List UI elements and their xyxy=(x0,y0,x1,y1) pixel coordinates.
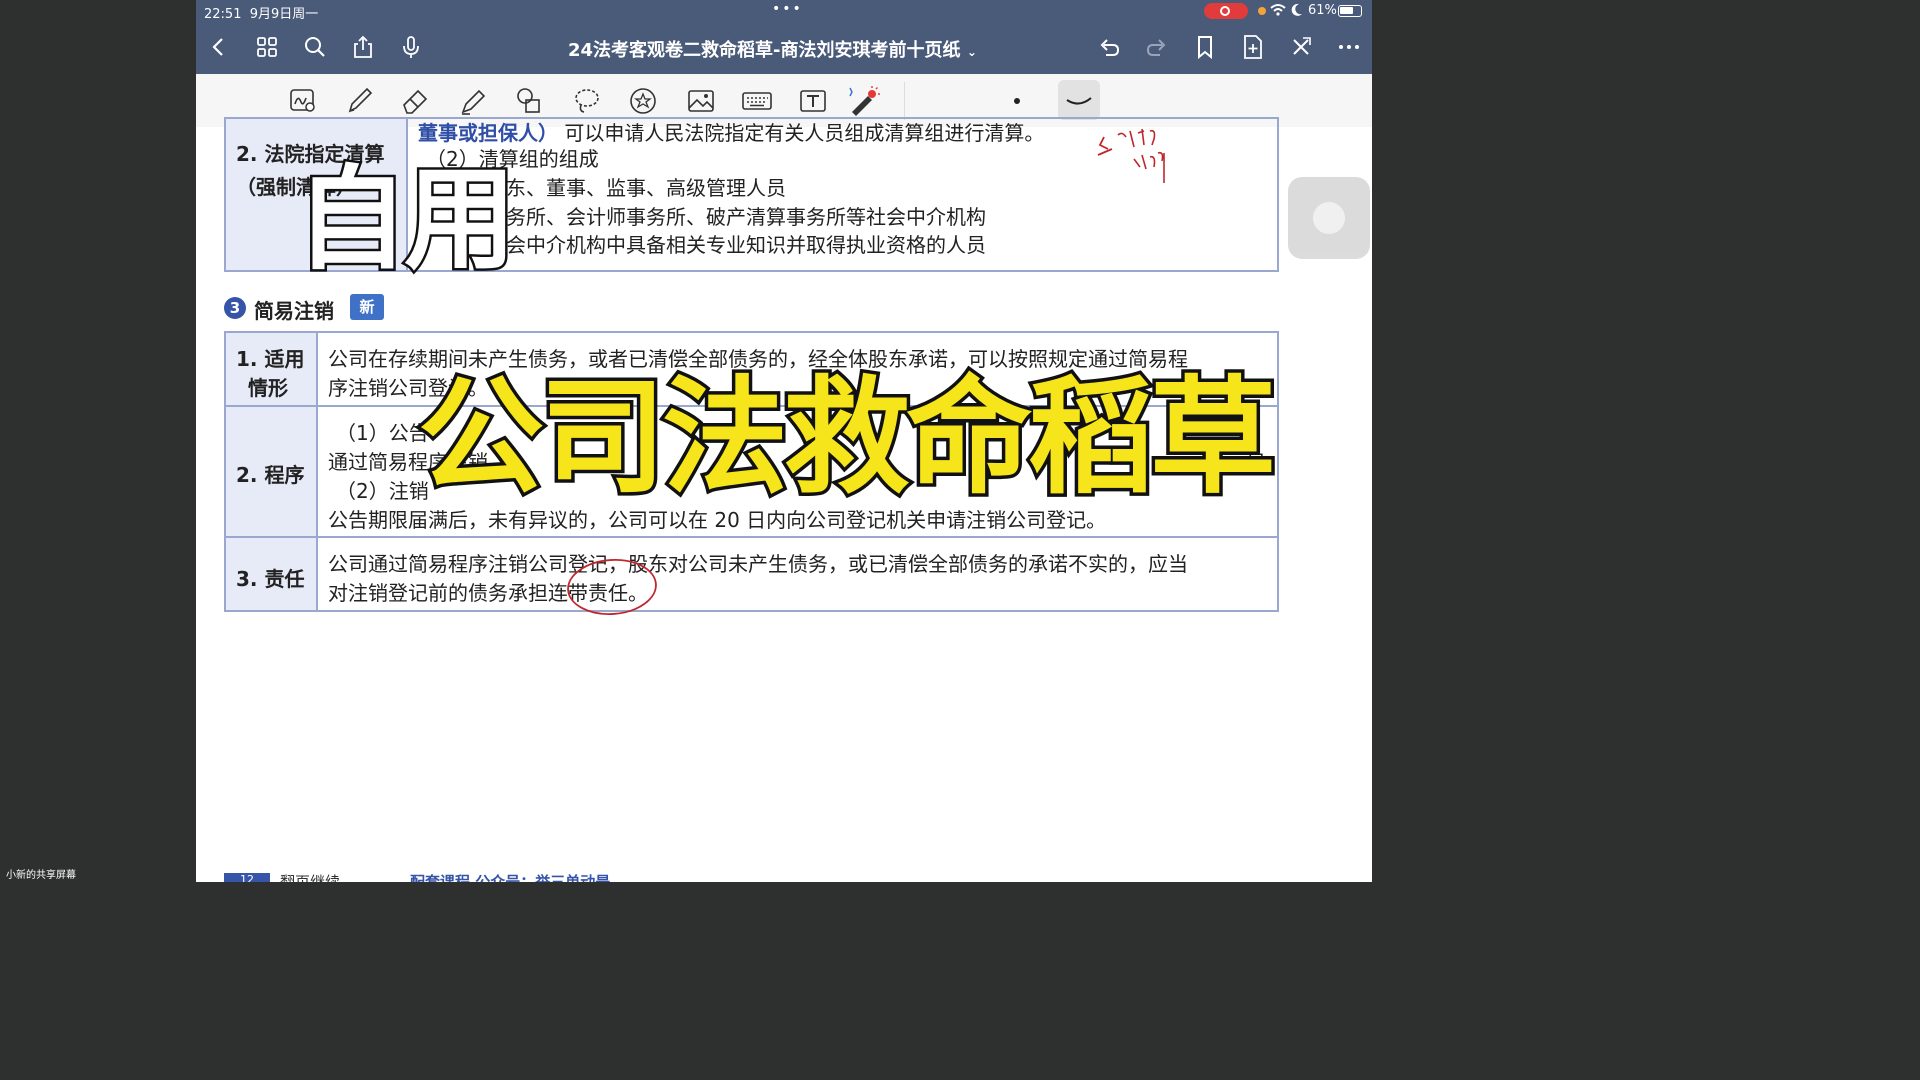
turn-page-label[interactable]: 翻页继续 xyxy=(280,871,340,882)
row-label: 2. 程序 xyxy=(236,463,305,487)
stroke-size-dot[interactable] xyxy=(1014,98,1020,104)
battery-icon xyxy=(1338,5,1362,17)
handwritten-annotation xyxy=(1097,128,1165,183)
mic-indicator-dot xyxy=(1258,7,1266,15)
status-time: 22:51 9月9日周一 xyxy=(204,7,319,22)
lasso-zoom-icon[interactable] xyxy=(286,84,320,118)
table-line: 会中介机构中具备相关专业知识并取得执业资格的人员 xyxy=(506,233,986,257)
new-badge: 新 xyxy=(350,294,384,320)
wifi-icon xyxy=(1270,2,1286,22)
grid-icon[interactable] xyxy=(254,34,280,60)
multitask-dots[interactable]: ••• xyxy=(772,1,803,17)
row-sublabel: 情形 xyxy=(248,376,288,400)
moon-icon xyxy=(1290,2,1304,22)
section-number-badge: 3 xyxy=(224,297,246,319)
battery-percent: 61% xyxy=(1308,3,1337,18)
eraser-icon[interactable] xyxy=(398,84,432,118)
ipad-screen: 22:51 9月9日周一 ••• 61% 24法考客观卷二救命稻草-商法刘安琪考… xyxy=(196,0,1372,882)
pen-icon[interactable] xyxy=(342,84,376,118)
redo-icon[interactable] xyxy=(1144,34,1170,60)
row-text: （2）注销 xyxy=(336,479,429,503)
bookmark-icon[interactable] xyxy=(1192,34,1218,60)
toolbar-divider xyxy=(904,82,905,120)
document-title[interactable]: 24法考客观卷二救命稻草-商法刘安琪考前十页纸 ⌄ xyxy=(568,36,977,62)
row-text: 公司通过简易程序注销公司登记，股东对公司未产生债务，或已清偿全部债务的承诺不实的… xyxy=(328,552,1188,576)
close-edit-icon[interactable] xyxy=(1288,34,1314,60)
table-line: 东、董事、监事、高级管理人员 xyxy=(506,176,786,200)
more-icon[interactable] xyxy=(1336,34,1362,60)
table-line: 务所、会计师事务所、破产清算事务所等社会中介机构 xyxy=(506,205,986,229)
highlighter-icon[interactable] xyxy=(456,84,490,118)
course-link[interactable]: 配套课程 公众号：举三单动是 xyxy=(410,871,610,882)
nav-bar: 24法考客观卷二救命稻草-商法刘安琪考前十页纸 ⌄ xyxy=(196,22,1372,74)
add-page-icon[interactable] xyxy=(1240,34,1266,60)
back-icon[interactable] xyxy=(206,34,232,60)
screen-record-indicator[interactable] xyxy=(1204,3,1248,19)
section-title: 简易注销 xyxy=(254,299,334,323)
overlay-caption-main: 公司法救命稻草 xyxy=(415,364,1280,511)
row-text: （1）公告 xyxy=(336,421,429,445)
assistive-touch-button[interactable] xyxy=(1288,177,1370,259)
row-label: 3. 责任 xyxy=(236,567,305,591)
red-circle-annotation xyxy=(567,558,657,616)
search-icon[interactable] xyxy=(302,34,328,60)
status-bar: 22:51 9月9日周一 ••• 61% xyxy=(196,0,1372,22)
image-icon[interactable] xyxy=(684,84,718,118)
stroke-style-button[interactable] xyxy=(1058,80,1100,120)
undo-icon[interactable] xyxy=(1096,34,1122,60)
laser-pointer-icon[interactable] xyxy=(846,84,880,118)
sticker-icon[interactable] xyxy=(626,84,660,118)
microphone-icon[interactable] xyxy=(398,34,424,60)
shapes-icon[interactable] xyxy=(512,84,546,118)
text-box-icon[interactable] xyxy=(796,84,830,118)
screen-share-label: 小新的共享屏幕 xyxy=(6,870,76,881)
keyboard-icon[interactable] xyxy=(740,84,774,118)
row-divider xyxy=(226,536,1277,538)
page-number: 12 xyxy=(224,873,270,882)
overlay-caption-small: 自用 xyxy=(294,155,519,285)
row-label: 1. 适用 xyxy=(236,347,305,371)
table-line: 董事或担保人） 可以申请人民法院指定有关人员组成清算组进行清算。 xyxy=(418,121,1045,145)
lasso-icon[interactable] xyxy=(570,84,604,118)
share-icon[interactable] xyxy=(350,34,376,60)
chevron-down-icon[interactable]: ⌄ xyxy=(967,45,977,59)
